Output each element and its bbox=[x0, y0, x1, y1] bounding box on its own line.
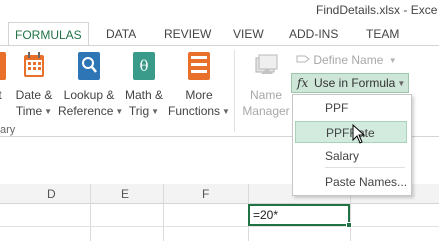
menu-separator bbox=[325, 167, 405, 168]
group-separator bbox=[234, 50, 235, 132]
mouse-cursor-icon bbox=[352, 124, 366, 144]
menu-item-salary[interactable]: Salary bbox=[293, 145, 409, 167]
menu-item-label: PPFRate bbox=[326, 126, 375, 140]
menu-item-label: Paste Names... bbox=[325, 175, 408, 189]
tag-icon bbox=[296, 55, 310, 63]
column-header-e[interactable]: E bbox=[121, 187, 129, 201]
math-trig-label-1: Math & bbox=[124, 88, 163, 102]
partial-button-label: t bbox=[0, 88, 8, 102]
menu-item-label: Salary bbox=[325, 149, 360, 163]
active-cell[interactable]: =20* bbox=[248, 204, 350, 226]
use-in-formula-label: Use in Formula bbox=[314, 76, 396, 90]
ribbon-group-label: ary bbox=[0, 124, 16, 136]
use-in-formula-button[interactable]: fx Use in Formula ▼ bbox=[291, 73, 409, 93]
lookup-label-1: Lookup & bbox=[63, 88, 115, 102]
chevron-down-icon: ▼ bbox=[388, 56, 397, 65]
date-time-label-1: Date & bbox=[15, 88, 53, 102]
column-header-d[interactable]: D bbox=[47, 187, 56, 201]
column-header-f[interactable]: F bbox=[202, 187, 209, 201]
title-bar: FindDetails.xlsx - Exce bbox=[0, 0, 439, 22]
row-separator bbox=[0, 226, 439, 227]
ribbon-tabs: FORMULAS DATA REVIEW VIEW ADD-INS TEAM bbox=[0, 22, 439, 47]
column-separator bbox=[163, 184, 164, 241]
name-manager-icon bbox=[255, 54, 278, 74]
date-time-label-2: Time bbox=[15, 104, 43, 118]
name-manager-label-2: Manager bbox=[242, 104, 290, 118]
function-icon bbox=[0, 52, 6, 80]
define-name-button[interactable]: Define Name ▼ bbox=[296, 53, 397, 67]
active-cell-value: =20* bbox=[253, 208, 279, 222]
fill-handle[interactable] bbox=[346, 222, 352, 228]
tab-add-ins[interactable]: ADD-INS bbox=[289, 22, 338, 46]
column-separator bbox=[90, 184, 91, 241]
chevron-down-icon: ▼ bbox=[222, 107, 230, 116]
more-functions-label-2: Functions bbox=[168, 104, 221, 118]
more-functions-icon bbox=[188, 52, 210, 80]
chevron-down-icon: ▼ bbox=[397, 79, 406, 88]
window-title: FindDetails.xlsx - Exce bbox=[316, 3, 438, 17]
more-functions-label-1: More bbox=[185, 88, 213, 102]
menu-item-label: PPF bbox=[325, 101, 349, 115]
chevron-down-icon: ▼ bbox=[44, 107, 53, 116]
chevron-down-icon: ▼ bbox=[151, 107, 160, 116]
menu-item-paste-names[interactable]: Paste Names... bbox=[293, 171, 409, 193]
calendar-icon bbox=[24, 52, 44, 77]
tab-team[interactable]: TEAM bbox=[366, 22, 399, 46]
svg-text:θ: θ bbox=[139, 57, 148, 75]
theta-icon: θ bbox=[133, 52, 155, 80]
menu-item-ppfrate[interactable]: PPFRate bbox=[295, 121, 407, 143]
math-trig-label-2: Trig bbox=[128, 104, 150, 118]
define-name-label: Define Name bbox=[313, 53, 384, 67]
tab-view[interactable]: VIEW bbox=[233, 22, 264, 46]
tab-review[interactable]: REVIEW bbox=[164, 22, 211, 46]
name-manager-label-1: Name bbox=[249, 88, 282, 102]
lookup-magnifier-icon bbox=[78, 52, 100, 80]
fx-icon: fx bbox=[297, 76, 309, 90]
lookup-label-2: Reference bbox=[58, 104, 114, 118]
tab-formulas[interactable]: FORMULAS bbox=[8, 22, 89, 47]
menu-item-ppf[interactable]: PPF bbox=[293, 97, 409, 119]
tab-data[interactable]: DATA bbox=[106, 22, 136, 46]
